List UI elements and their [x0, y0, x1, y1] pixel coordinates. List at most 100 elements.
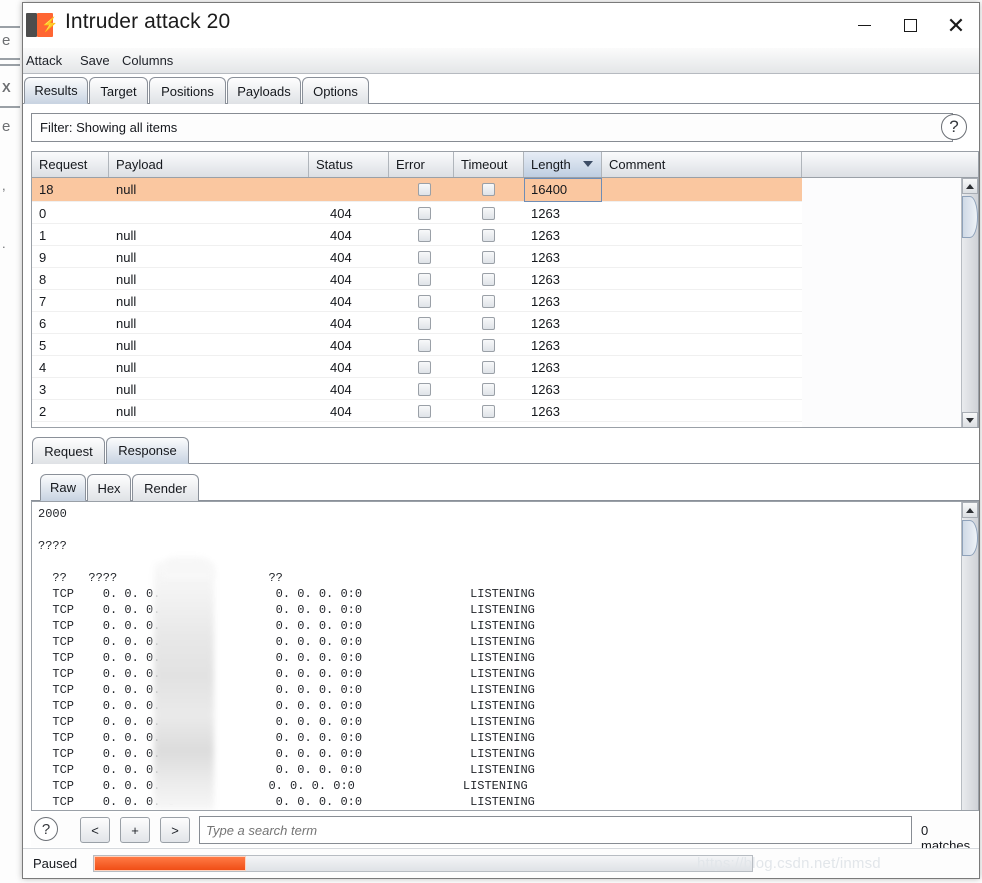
- cell-timeout[interactable]: [478, 356, 498, 378]
- response-scrollbar[interactable]: [961, 502, 978, 810]
- search-input[interactable]: [199, 816, 912, 844]
- error-checkbox[interactable]: [417, 316, 431, 330]
- column-header-length[interactable]: Length: [524, 152, 602, 177]
- menu-item-save[interactable]: Save: [75, 52, 115, 69]
- cell-error[interactable]: [414, 356, 434, 378]
- cell-timeout[interactable]: [478, 178, 498, 200]
- search-prev-button[interactable]: <: [80, 817, 110, 843]
- error-checkbox[interactable]: [417, 250, 431, 264]
- timeout-checkbox[interactable]: [481, 426, 495, 427]
- tab-results[interactable]: Results: [24, 77, 88, 104]
- cell-error[interactable]: [414, 378, 434, 400]
- tab-response[interactable]: Response: [106, 437, 189, 464]
- cell-timeout[interactable]: [478, 422, 498, 427]
- results-scroll-down-button[interactable]: [962, 412, 978, 427]
- error-checkbox[interactable]: [417, 272, 431, 286]
- cell-error[interactable]: [414, 202, 434, 224]
- tab-hex[interactable]: Hex: [87, 474, 131, 501]
- cell-payload: null: [116, 271, 137, 287]
- cell-error[interactable]: [414, 224, 434, 246]
- results-scroll-thumb[interactable]: [962, 196, 978, 238]
- error-checkbox[interactable]: [417, 228, 431, 242]
- cell-request: 9: [39, 249, 47, 265]
- cell-status: 404: [330, 271, 352, 287]
- cell-timeout[interactable]: [478, 378, 498, 400]
- response-editor[interactable]: 2000 ???? ?? ???? ?? TCP 0. 0. 0. 0 0. 0…: [31, 501, 979, 811]
- main-tab-strip: Results Target Positions Payloads Option…: [23, 77, 979, 104]
- filter-help-icon[interactable]: ?: [941, 114, 967, 140]
- minimize-button[interactable]: [841, 3, 887, 48]
- search-next-button[interactable]: >: [160, 817, 190, 843]
- timeout-checkbox[interactable]: [481, 382, 495, 396]
- cell-length: 1263: [531, 403, 560, 419]
- error-checkbox[interactable]: [417, 182, 431, 196]
- tab-options[interactable]: Options: [302, 77, 369, 104]
- triangle-up-icon: [966, 183, 974, 189]
- cell-request: 2: [39, 403, 47, 419]
- error-checkbox[interactable]: [417, 294, 431, 308]
- menu-item-columns[interactable]: Columns: [117, 52, 178, 69]
- cell-timeout[interactable]: [478, 334, 498, 356]
- column-header-comment[interactable]: Comment: [602, 152, 802, 177]
- tab-target[interactable]: Target: [89, 77, 148, 104]
- cell-error[interactable]: [414, 178, 434, 200]
- background-window-sliver: e X e , .: [0, 0, 22, 883]
- cell-payload: [116, 202, 306, 224]
- cell-error[interactable]: [414, 246, 434, 268]
- error-checkbox[interactable]: [417, 382, 431, 396]
- timeout-checkbox[interactable]: [481, 228, 495, 242]
- menu-item-attack[interactable]: Attack: [21, 52, 67, 69]
- response-scroll-thumb[interactable]: [962, 520, 978, 556]
- tab-payloads[interactable]: Payloads: [227, 77, 301, 104]
- results-scrollbar[interactable]: [961, 178, 978, 427]
- cell-timeout[interactable]: [478, 268, 498, 290]
- cell-timeout[interactable]: [478, 290, 498, 312]
- timeout-checkbox[interactable]: [481, 404, 495, 418]
- column-header-status[interactable]: Status: [309, 152, 389, 177]
- cell-length: 1263: [531, 249, 560, 265]
- timeout-checkbox[interactable]: [481, 182, 495, 196]
- column-header-payload[interactable]: Payload: [109, 152, 309, 177]
- cell-request: 18: [39, 181, 54, 197]
- column-header-timeout[interactable]: Timeout: [454, 152, 524, 177]
- error-checkbox[interactable]: [417, 426, 431, 427]
- timeout-checkbox[interactable]: [481, 360, 495, 374]
- cell-timeout[interactable]: [478, 202, 498, 224]
- cell-error[interactable]: [414, 422, 434, 427]
- cell-timeout[interactable]: [478, 246, 498, 268]
- cell-timeout[interactable]: [478, 224, 498, 246]
- timeout-checkbox[interactable]: [481, 294, 495, 308]
- close-button[interactable]: ✕: [933, 3, 979, 48]
- error-checkbox[interactable]: [417, 360, 431, 374]
- timeout-checkbox[interactable]: [481, 250, 495, 264]
- title-bar: ⚡ Intruder attack 20 ✕: [23, 3, 979, 48]
- tab-request[interactable]: Request: [32, 437, 105, 464]
- cell-timeout[interactable]: [478, 312, 498, 334]
- cell-timeout[interactable]: [478, 400, 498, 422]
- timeout-checkbox[interactable]: [481, 316, 495, 330]
- cell-error[interactable]: [414, 312, 434, 334]
- response-scroll-up-button[interactable]: [962, 502, 978, 518]
- error-checkbox[interactable]: [417, 338, 431, 352]
- tab-positions[interactable]: Positions: [149, 77, 226, 104]
- search-add-button[interactable]: +: [120, 817, 150, 843]
- cell-error[interactable]: [414, 268, 434, 290]
- error-checkbox[interactable]: [417, 206, 431, 220]
- column-header-error[interactable]: Error: [389, 152, 454, 177]
- tab-raw[interactable]: Raw: [40, 474, 86, 501]
- search-help-icon[interactable]: ?: [34, 817, 58, 841]
- tab-render[interactable]: Render: [132, 474, 199, 501]
- table-empty-area: [802, 178, 961, 427]
- error-checkbox[interactable]: [417, 404, 431, 418]
- timeout-checkbox[interactable]: [481, 338, 495, 352]
- maximize-button[interactable]: [887, 3, 933, 48]
- cell-error[interactable]: [414, 334, 434, 356]
- filter-bar[interactable]: Filter: Showing all items: [31, 113, 953, 142]
- column-header-request[interactable]: Request: [32, 152, 109, 177]
- cell-error[interactable]: [414, 290, 434, 312]
- results-scroll-up-button[interactable]: [962, 178, 978, 194]
- timeout-checkbox[interactable]: [481, 206, 495, 220]
- cell-error[interactable]: [414, 400, 434, 422]
- search-bar: ? < + > 0 matches: [31, 813, 979, 853]
- timeout-checkbox[interactable]: [481, 272, 495, 286]
